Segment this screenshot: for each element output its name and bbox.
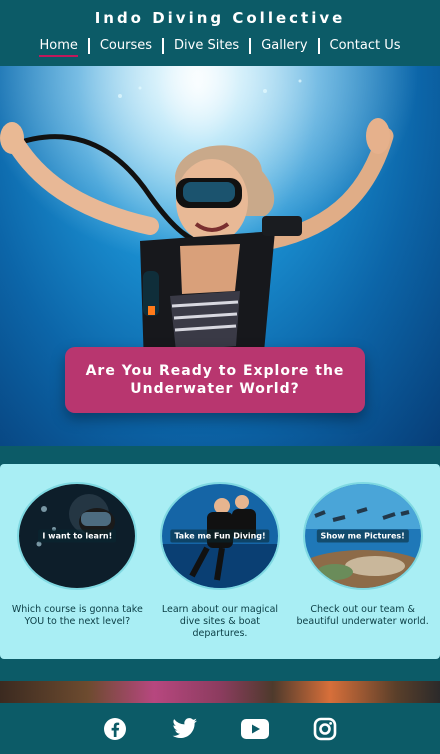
main-nav: Home Courses Dive Sites Gallery Contact … — [0, 37, 440, 57]
nav-courses[interactable]: Courses — [90, 37, 162, 55]
site-header: Indo Diving Collective Home Courses Dive… — [0, 0, 440, 66]
course-card-text: Which course is gonna take YOU to the ne… — [11, 604, 143, 627]
facebook-icon[interactable] — [101, 715, 129, 743]
gallery-card: Show me Pictures! Check out our team & b… — [295, 484, 431, 659]
explore-cta-button[interactable]: Are You Ready to Explore the Underwater … — [65, 347, 365, 413]
pictures-button: Show me Pictures! — [316, 529, 409, 543]
site-title[interactable]: Indo Diving Collective — [0, 9, 440, 27]
nav-gallery[interactable]: Gallery — [251, 37, 317, 55]
dive-sites-card-image[interactable]: Take me Fun Diving! — [161, 484, 278, 588]
course-card: I want to learn! Which course is gonna t… — [9, 484, 145, 659]
feature-cards: I want to learn! Which course is gonna t… — [0, 464, 440, 659]
dive-sites-card: Take me Fun Diving! Learn about our magi… — [152, 484, 288, 659]
hero-banner: Are You Ready to Explore the Underwater … — [0, 66, 440, 446]
learn-button: I want to learn! — [38, 529, 117, 543]
course-card-image[interactable]: I want to learn! — [19, 484, 136, 588]
nav-dive-sites[interactable]: Dive Sites — [164, 37, 249, 55]
section-divider — [0, 659, 440, 681]
coral-reef-banner — [0, 681, 440, 703]
section-divider — [0, 446, 440, 464]
instagram-icon[interactable] — [311, 715, 339, 743]
twitter-icon[interactable] — [171, 715, 199, 743]
dive-sites-card-text: Learn about our magical dive sites & boa… — [161, 604, 279, 639]
fun-diving-button: Take me Fun Diving! — [170, 529, 270, 543]
social-footer — [0, 703, 440, 754]
gallery-card-text: Check out our team & beautiful underwate… — [296, 604, 429, 627]
youtube-icon[interactable] — [241, 715, 269, 743]
nav-contact-us[interactable]: Contact Us — [320, 37, 411, 55]
explore-cta-label: Are You Ready to Explore the Underwater … — [85, 363, 345, 397]
gallery-card-image[interactable]: Show me Pictures! — [304, 484, 421, 588]
nav-home[interactable]: Home — [29, 37, 87, 57]
